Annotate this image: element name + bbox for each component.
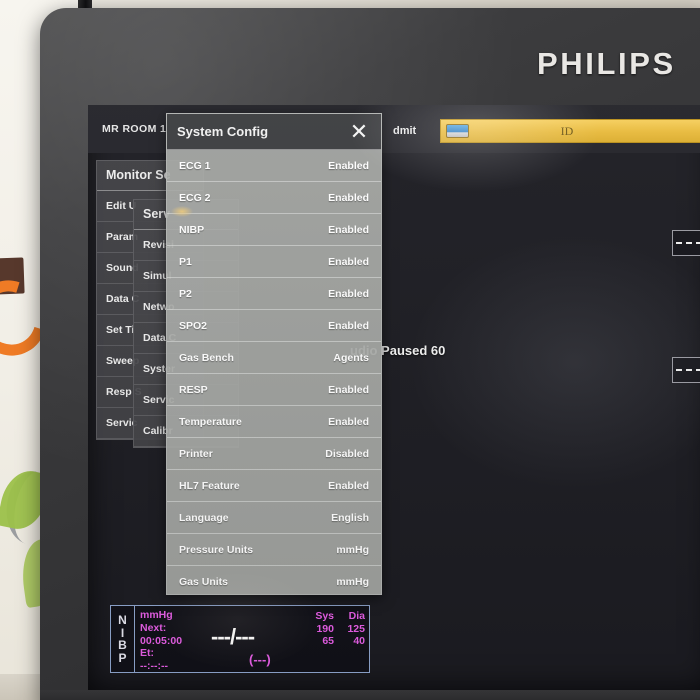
nibp-high-limits: 190 125 — [312, 623, 365, 636]
waveform-box-1[interactable] — [672, 230, 700, 256]
config-row-label: P2 — [179, 287, 192, 300]
config-row-label: Gas Units — [179, 575, 229, 588]
config-row[interactable]: Pressure Units mmHg — [167, 534, 381, 566]
config-row-label: ECG 1 — [179, 159, 211, 172]
config-row-value: Enabled — [328, 415, 369, 428]
config-row-value: English — [331, 511, 369, 524]
config-row-label: P1 — [179, 255, 192, 268]
bezel-bottom — [40, 690, 700, 700]
patient-monitor-chassis: PHILIPS MR ROOM 1 dmit ID udio Paused 60 — [40, 8, 700, 700]
nibp-limits-area: Sys Dia 190 125 65 40 — [307, 606, 369, 672]
philips-logo: PHILIPS — [537, 46, 676, 81]
config-row-value: Enabled — [328, 223, 369, 236]
config-row-label: NIBP — [179, 223, 205, 236]
nibp-sys-high: 190 — [316, 622, 334, 635]
config-row[interactable]: ECG 2 Enabled — [167, 182, 381, 214]
config-row[interactable]: HL7 Feature Enabled — [167, 470, 381, 502]
nibp-mean: (---) — [249, 652, 271, 667]
config-row-label: RESP — [179, 383, 208, 396]
config-row[interactable]: Temperature Enabled — [167, 406, 381, 438]
room-label: MR ROOM 1 — [102, 123, 167, 135]
waveform-trace-icon — [676, 369, 700, 371]
system-config-list: ECG 1 Enabled ECG 2 Enabled NIBP Enabled P1 Ena… — [167, 150, 381, 594]
nibp-dia-header: Dia — [348, 610, 365, 622]
nibp-letter-p: P — [118, 650, 127, 665]
nibp-parameter-panel[interactable]: N I B P mmHg Next: 00:05:00 Et: --:--:--… — [110, 605, 370, 673]
nibp-label: N I B P — [111, 606, 135, 672]
nibp-dia-high: 125 — [347, 622, 365, 635]
nibp-reading-area: ---/--- (---) — [209, 606, 307, 672]
config-row-label: Language — [179, 511, 229, 524]
monitor-screen: MR ROOM 1 dmit ID udio Paused 60 Monitor… — [88, 105, 700, 690]
config-row[interactable]: Language English — [167, 502, 381, 534]
nibp-info-column: mmHg Next: 00:05:00 Et: --:--:-- — [135, 606, 209, 672]
config-row[interactable]: NIBP Enabled — [167, 214, 381, 246]
nibp-unit: mmHg — [140, 609, 173, 621]
config-row-value: Agents — [333, 351, 369, 364]
config-row-value: mmHg — [336, 575, 369, 588]
config-row-label: SPO2 — [179, 319, 208, 332]
config-row-value: Enabled — [328, 159, 369, 172]
config-row[interactable]: Gas Units mmHg — [167, 566, 381, 594]
config-row[interactable]: RESP Enabled — [167, 374, 381, 406]
nibp-et-label: Et: — [140, 647, 154, 660]
close-icon[interactable]: ✕ — [345, 118, 373, 146]
dialog-header: System Config ✕ — [167, 114, 381, 150]
patient-card-icon — [446, 124, 469, 138]
config-row-label: Gas Bench — [179, 351, 234, 364]
config-row[interactable]: ECG 1 Enabled — [167, 150, 381, 182]
nibp-sys-header: Sys — [315, 610, 334, 622]
config-row-value: Enabled — [328, 255, 369, 268]
nibp-reading: ---/--- — [211, 624, 255, 649]
config-row[interactable]: P1 Enabled — [167, 246, 381, 278]
nibp-next-time: 00:05:00 — [140, 634, 183, 647]
nibp-low-limits: 65 40 — [312, 635, 365, 648]
config-row-value: Enabled — [328, 191, 369, 204]
waveform-box-2[interactable] — [672, 357, 700, 383]
config-row-value: Enabled — [328, 383, 369, 396]
config-row-label: Pressure Units — [179, 543, 254, 556]
config-row[interactable]: Printer Disabled — [167, 438, 381, 470]
config-row-label: Printer — [179, 447, 213, 460]
photo-scene: PHILIPS MR ROOM 1 dmit ID udio Paused 60 — [0, 0, 700, 700]
config-row[interactable]: Gas Bench Agents — [167, 342, 381, 374]
nibp-et-time: --:--:-- — [140, 660, 168, 673]
admit-button-label[interactable]: dmit — [393, 125, 416, 137]
waveform-trace-icon — [676, 242, 700, 244]
config-row-value: Enabled — [328, 319, 369, 332]
nibp-next-label: Next: — [140, 621, 167, 634]
nibp-sys-low: 65 — [322, 635, 334, 647]
config-row-value: Disabled — [325, 447, 369, 460]
config-row-value: Enabled — [328, 479, 369, 492]
config-row-label: HL7 Feature — [179, 479, 240, 492]
dialog-title: System Config — [177, 124, 269, 139]
patient-id-bar[interactable]: ID — [440, 119, 700, 143]
nibp-letter-n: N — [118, 613, 127, 627]
patient-id-text: ID — [560, 123, 574, 138]
config-row-label: ECG 2 — [179, 191, 211, 204]
config-row[interactable]: SPO2 Enabled — [167, 310, 381, 342]
config-row-value: mmHg — [336, 543, 369, 556]
nibp-letter-b: B — [118, 638, 127, 652]
nibp-limit-headers: Sys Dia — [312, 610, 365, 623]
config-row[interactable]: P2 Enabled — [167, 278, 381, 310]
config-row-label: Temperature — [179, 415, 242, 428]
config-row-value: Enabled — [328, 287, 369, 300]
nibp-dia-low: 40 — [353, 635, 365, 647]
system-config-dialog[interactable]: System Config ✕ ECG 1 Enabled ECG 2 Enabled… — [166, 113, 382, 595]
